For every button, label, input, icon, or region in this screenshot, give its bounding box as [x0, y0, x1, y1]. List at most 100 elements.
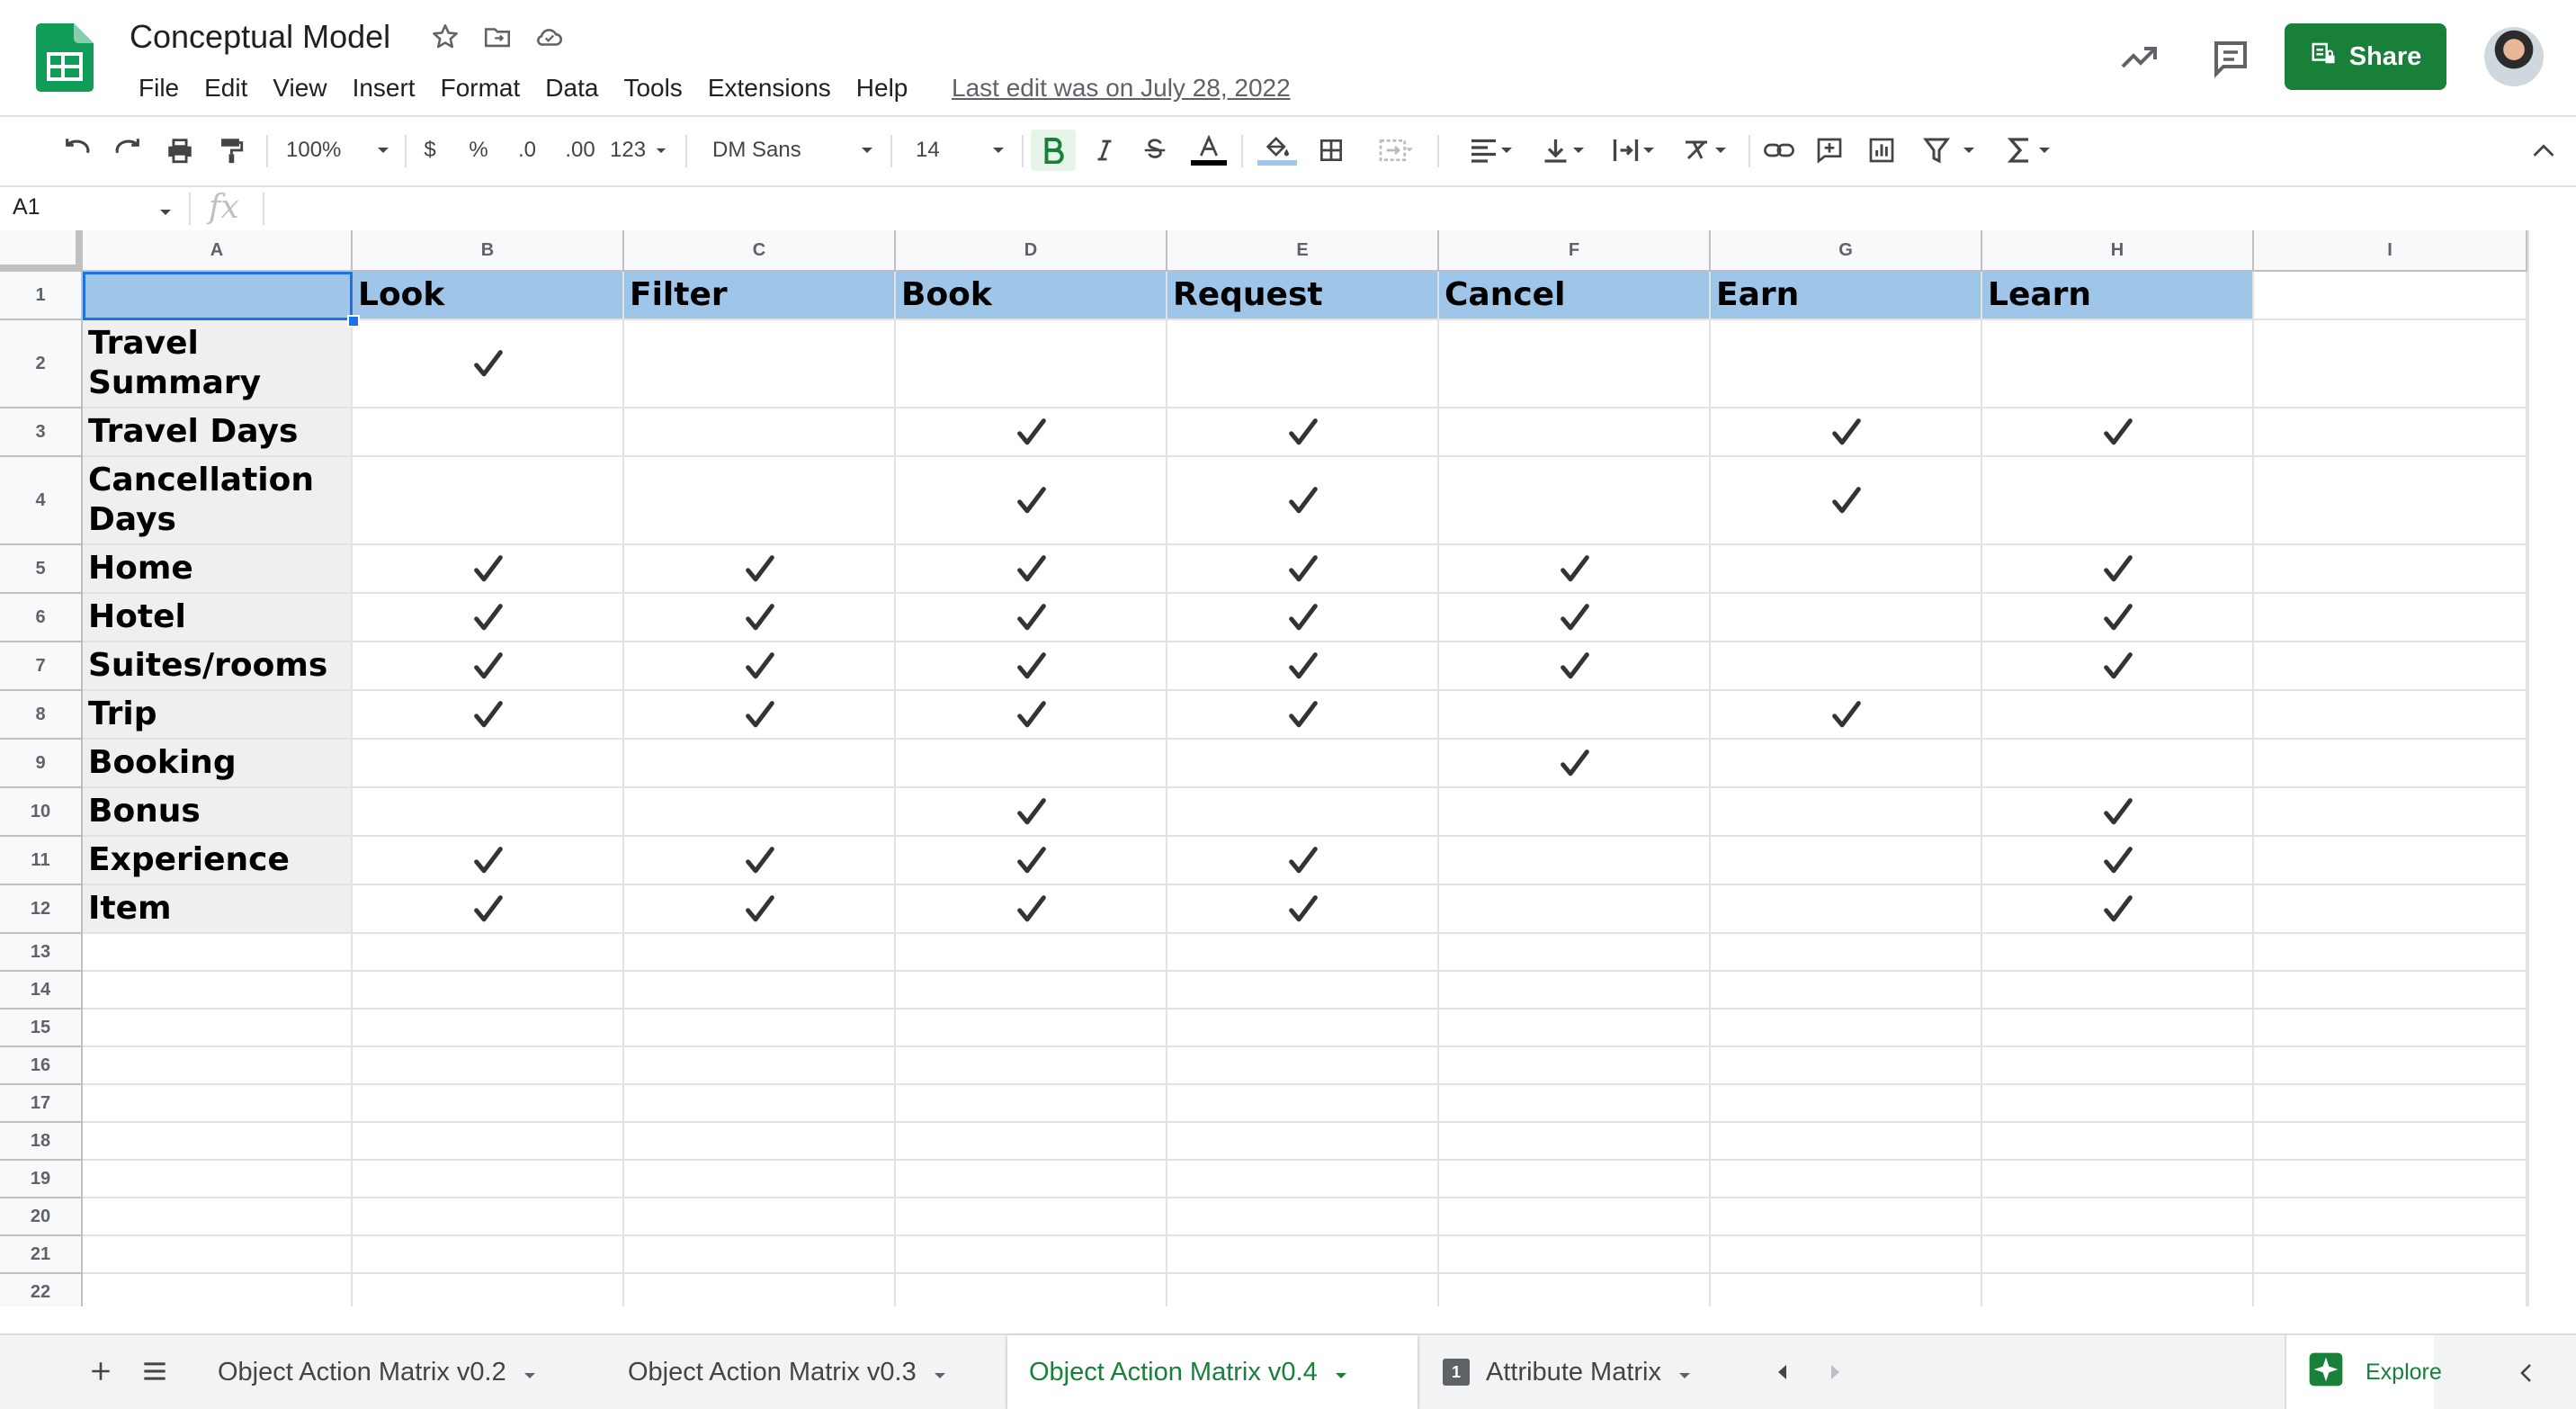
cell[interactable]	[1439, 1274, 1711, 1306]
cell[interactable]	[83, 1085, 353, 1123]
object-label-cell[interactable]: Booking	[83, 740, 353, 788]
cell[interactable]	[624, 788, 896, 837]
cloud-status-icon[interactable]	[534, 22, 565, 52]
cell[interactable]	[624, 934, 896, 972]
sheet-tab-attribute-matrix[interactable]: 1 Attribute Matrix	[1421, 1335, 1713, 1409]
object-label-cell[interactable]: Travel Days	[83, 408, 353, 457]
row-header-20[interactable]: 20	[0, 1198, 83, 1236]
action-header-cell[interactable]: Earn	[1711, 272, 1982, 320]
row-header-12[interactable]: 12	[0, 885, 83, 934]
cell[interactable]	[2254, 272, 2527, 320]
column-header-d[interactable]: D	[896, 230, 1167, 272]
cell[interactable]	[1439, 1010, 1711, 1047]
currency-format-button[interactable]: $	[416, 130, 444, 171]
cell[interactable]	[2254, 1274, 2527, 1306]
cell[interactable]	[1439, 1161, 1711, 1198]
column-header-i[interactable]: I	[2254, 230, 2527, 272]
vertical-align-icon[interactable]	[1533, 130, 1592, 171]
collapse-toolbar-icon[interactable]	[2526, 130, 2562, 171]
cell[interactable]	[1982, 1236, 2254, 1274]
percent-format-button[interactable]: %	[464, 130, 493, 171]
borders-icon[interactable]	[1311, 130, 1351, 171]
cell[interactable]	[1167, 1010, 1439, 1047]
cell[interactable]	[353, 1123, 624, 1161]
object-label-cell[interactable]: Trip	[83, 691, 353, 740]
cell[interactable]	[896, 1274, 1167, 1306]
sheet-tab-dropdown-icon[interactable]	[523, 1358, 537, 1387]
action-header-cell[interactable]: Cancel	[1439, 272, 1711, 320]
cell[interactable]	[2254, 457, 2527, 545]
text-wrapping-icon[interactable]	[1603, 130, 1662, 171]
filter-icon[interactable]	[1914, 130, 1986, 171]
cell[interactable]	[1711, 934, 1982, 972]
merge-cells-icon[interactable]	[1365, 130, 1425, 171]
cell[interactable]	[896, 1085, 1167, 1123]
comments-icon[interactable]	[2209, 36, 2252, 79]
cell[interactable]	[1439, 1047, 1711, 1085]
selection-handle[interactable]	[347, 315, 360, 328]
cell[interactable]	[353, 1047, 624, 1085]
object-label-cell[interactable]: Experience	[83, 837, 353, 885]
cell[interactable]	[1167, 934, 1439, 972]
cell[interactable]	[1167, 1161, 1439, 1198]
row-header-5[interactable]: 5	[0, 545, 83, 594]
row-header-11[interactable]: 11	[0, 837, 83, 885]
menu-edit[interactable]: Edit	[192, 70, 260, 106]
cell[interactable]	[2254, 642, 2527, 691]
cell[interactable]	[1711, 1047, 1982, 1085]
insert-chart-icon[interactable]	[1862, 130, 1901, 171]
cell[interactable]	[1439, 1123, 1711, 1161]
object-label-cell[interactable]: Cancellation Days	[83, 457, 353, 545]
cell[interactable]	[896, 1047, 1167, 1085]
redo-icon[interactable]	[110, 130, 146, 171]
select-all-corner[interactable]	[0, 230, 83, 272]
cell[interactable]	[83, 1047, 353, 1085]
cell[interactable]	[2254, 885, 2527, 934]
cell[interactable]	[1982, 1123, 2254, 1161]
row-header-4[interactable]: 4	[0, 457, 83, 545]
add-sheet-icon[interactable]	[83, 1353, 119, 1389]
object-label-cell[interactable]: Home	[83, 545, 353, 594]
insert-comment-icon[interactable]	[1810, 130, 1849, 171]
undo-icon[interactable]	[59, 130, 95, 171]
cell[interactable]	[1167, 1274, 1439, 1306]
cell[interactable]	[353, 788, 624, 837]
print-icon[interactable]	[162, 130, 198, 171]
name-box[interactable]: A1	[13, 194, 40, 220]
cell[interactable]	[1711, 885, 1982, 934]
cell[interactable]	[1167, 788, 1439, 837]
cell[interactable]	[2254, 1047, 2527, 1085]
cell[interactable]	[1982, 457, 2254, 545]
menu-data[interactable]: Data	[532, 70, 611, 106]
cell[interactable]	[2254, 408, 2527, 457]
menu-extensions[interactable]: Extensions	[695, 70, 844, 106]
cell[interactable]	[896, 972, 1167, 1010]
cell[interactable]	[1167, 1123, 1439, 1161]
cell[interactable]	[1439, 972, 1711, 1010]
cell[interactable]	[83, 1161, 353, 1198]
cell[interactable]	[1711, 594, 1982, 642]
row-header-8[interactable]: 8	[0, 691, 83, 740]
action-header-cell[interactable]: Look	[353, 272, 624, 320]
cell[interactable]	[1711, 1161, 1982, 1198]
sheet-tab-v04[interactable]: Object Action Matrix v0.4	[1007, 1335, 1418, 1409]
cell[interactable]	[1982, 1010, 2254, 1047]
action-header-cell[interactable]: Book	[896, 272, 1167, 320]
cell[interactable]	[353, 934, 624, 972]
menu-insert[interactable]: Insert	[340, 70, 428, 106]
strikethrough-icon[interactable]	[1137, 130, 1173, 171]
row-header-21[interactable]: 21	[0, 1236, 83, 1274]
sheet-tab-v02[interactable]: Object Action Matrix v0.2	[196, 1335, 559, 1409]
cell[interactable]	[1982, 934, 2254, 972]
cell[interactable]	[353, 1198, 624, 1236]
row-header-18[interactable]: 18	[0, 1123, 83, 1161]
formula-input[interactable]	[270, 189, 2554, 229]
cell[interactable]	[624, 1085, 896, 1123]
cell[interactable]	[2254, 545, 2527, 594]
row-header-17[interactable]: 17	[0, 1085, 83, 1123]
user-avatar[interactable]	[2484, 27, 2544, 86]
menu-help[interactable]: Help	[844, 70, 921, 106]
star-icon[interactable]	[430, 22, 461, 52]
cell[interactable]	[624, 320, 896, 408]
row-header-9[interactable]: 9	[0, 740, 83, 788]
